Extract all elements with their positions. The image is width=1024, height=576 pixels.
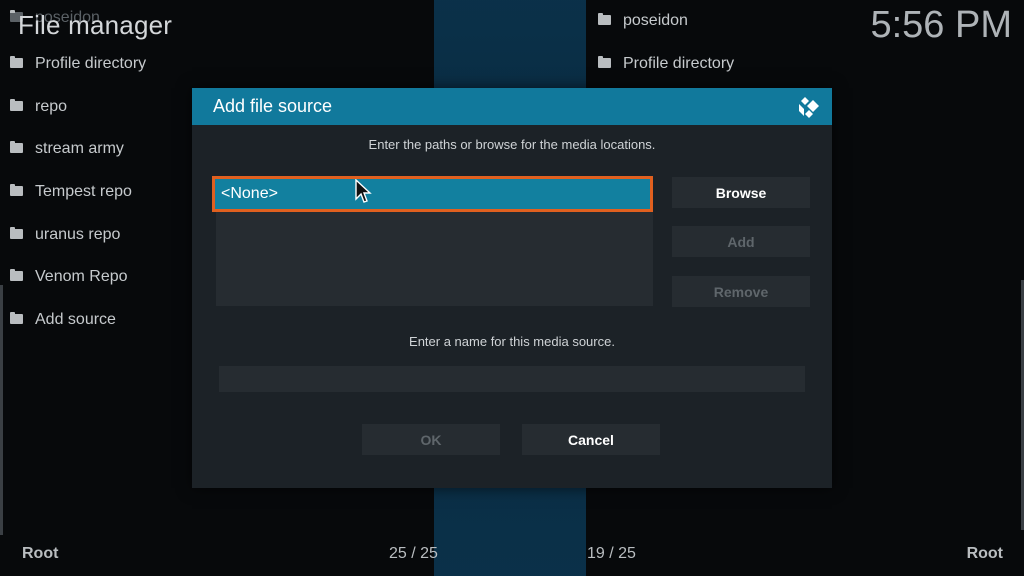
left-footer-count: 25 / 25 [389, 545, 438, 562]
dialog-header: Add file source [192, 88, 832, 125]
list-item-add-source[interactable]: Add source [10, 308, 116, 332]
list-item-label: Profile directory [35, 55, 147, 72]
folder-icon [10, 56, 23, 68]
folder-icon [10, 227, 23, 239]
list-item[interactable]: Tempest repo [10, 180, 132, 204]
list-item[interactable]: Venom Repo [10, 265, 128, 289]
browse-button[interactable]: Browse [672, 177, 810, 208]
list-item-label: Profile directory [623, 55, 735, 72]
list-item-label: Venom Repo [35, 268, 128, 285]
path-entry-label: <None> [221, 185, 278, 202]
list-item[interactable]: Profile directory [598, 52, 734, 76]
dialog-title: Add file source [213, 96, 333, 116]
list-item-label: uranus repo [35, 226, 121, 243]
media-source-name-input[interactable] [219, 366, 805, 392]
folder-icon [10, 141, 23, 153]
ok-button[interactable]: OK [362, 424, 500, 455]
page-title: File manager [18, 10, 173, 40]
paths-hint: Enter the paths or browse for the media … [368, 137, 656, 152]
folder-icon [10, 99, 23, 111]
folder-icon [10, 269, 23, 281]
kodi-logo-icon [799, 97, 819, 118]
path-entry-none[interactable]: <None> [212, 176, 653, 212]
left-scrollbar[interactable] [0, 285, 3, 535]
name-hint: Enter a name for this media source. [409, 334, 615, 349]
folder-icon [598, 13, 611, 25]
list-item-label: repo [35, 98, 68, 115]
list-item-label: Tempest repo [35, 183, 132, 200]
list-item-label: poseidon [623, 12, 688, 29]
list-item[interactable]: repo [10, 95, 67, 119]
cancel-button[interactable]: Cancel [522, 424, 660, 455]
remove-button[interactable]: Remove [672, 276, 810, 307]
right-footer-count: 19 / 25 [587, 545, 636, 562]
folder-icon [10, 312, 23, 324]
list-item[interactable]: Profile directory [10, 52, 146, 76]
folder-icon [598, 56, 611, 68]
mouse-pointer-icon [355, 179, 372, 203]
list-item[interactable]: poseidon [598, 9, 688, 33]
list-item[interactable]: uranus repo [10, 223, 120, 247]
list-item-label: Add source [35, 311, 116, 328]
folder-icon [10, 184, 23, 196]
left-footer-root: Root [22, 545, 59, 562]
right-footer-root: Root [966, 545, 1003, 562]
add-button[interactable]: Add [672, 226, 810, 257]
list-item[interactable]: stream army [10, 137, 124, 161]
clock: 5:56 PM [870, 4, 1012, 46]
list-item-label: stream army [35, 140, 124, 157]
add-file-source-dialog: Add file source Enter the paths or brows… [192, 88, 832, 488]
